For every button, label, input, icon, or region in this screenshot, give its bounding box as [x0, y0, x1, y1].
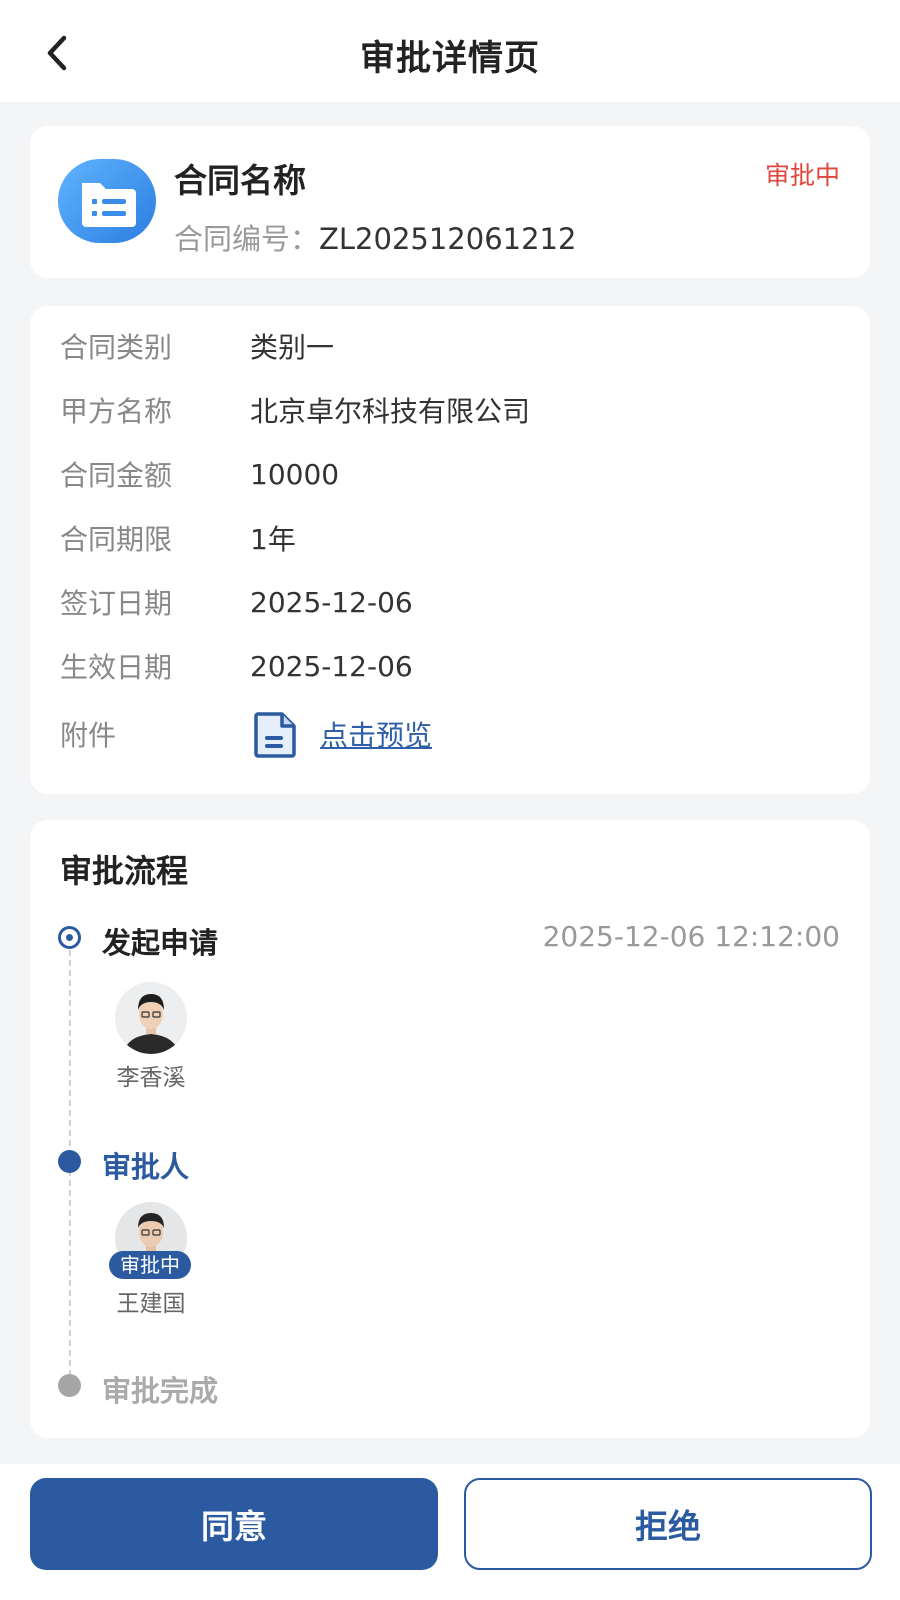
detail-value: 2025-12-06 — [250, 585, 413, 619]
step-title-complete: 审批完成 — [102, 1374, 219, 1408]
attachment-label: 附件 — [60, 719, 117, 752]
detail-label: 合同期限 — [60, 523, 173, 556]
timeline-dot-pending — [58, 1374, 81, 1397]
timeline-dot-start — [58, 926, 81, 949]
bottom-action-bar: 同意 拒绝 — [0, 1464, 900, 1600]
reject-button[interactable]: 拒绝 — [464, 1478, 872, 1570]
contract-number: 合同编号：ZL202512061212 — [174, 216, 576, 258]
detail-label: 甲方名称 — [60, 395, 173, 428]
detail-label: 签订日期 — [60, 587, 173, 620]
detail-label: 合同类别 — [60, 331, 173, 364]
contract-number-label: 合同编号： — [174, 222, 320, 256]
detail-value: 北京卓尔科技有限公司 — [250, 395, 531, 428]
status-badge: 审批中 — [764, 161, 840, 190]
detail-value: 10000 — [250, 457, 340, 491]
person-name: 王建国 — [116, 1291, 186, 1317]
detail-label: 合同金额 — [60, 459, 173, 492]
contract-name: 合同名称 — [174, 161, 306, 200]
contract-details-card: 合同类别 类别一 甲方名称 北京卓尔科技有限公司 合同金额 10000 合同期限… — [30, 306, 870, 794]
detail-row: 合同类别 类别一 — [60, 326, 334, 366]
detail-row: 合同金额 10000 — [60, 454, 339, 494]
detail-value: 2025-12-06 — [250, 649, 413, 683]
step-title-approver: 审批人 — [102, 1150, 190, 1184]
detail-row: 甲方名称 北京卓尔科技有限公司 — [60, 390, 530, 430]
contract-summary-card: 合同名称 合同编号：ZL202512061212 审批中 — [30, 126, 870, 278]
flow-title: 审批流程 — [60, 852, 189, 890]
approving-tag: 审批中 — [109, 1251, 191, 1279]
step-title-start: 发起申请 — [102, 926, 219, 960]
detail-row: 生效日期 2025-12-06 — [60, 646, 413, 686]
header: 审批详情页 — [0, 0, 900, 102]
detail-label: 生效日期 — [60, 651, 173, 684]
preview-link[interactable]: 点击预览 — [320, 714, 432, 754]
detail-value: 1年 — [250, 523, 296, 556]
detail-row: 签订日期 2025-12-06 — [60, 582, 413, 622]
person-name: 李香溪 — [116, 1065, 186, 1091]
page-title: 审批详情页 — [359, 39, 540, 79]
document-icon — [254, 712, 296, 758]
approval-detail-page: 审批详情页 合同名称 合同编号：ZL202512061212 审批中 合同类别 … — [0, 0, 900, 1600]
contract-number-value: ZL202512061212 — [319, 222, 577, 256]
avatar — [115, 982, 187, 1054]
step-time: 2025-12-06 12:12:00 — [542, 920, 840, 953]
agree-button[interactable]: 同意 — [30, 1478, 438, 1570]
timeline-dot-current — [58, 1150, 81, 1173]
detail-value: 类别一 — [250, 331, 335, 364]
contract-file-icon — [58, 159, 156, 243]
detail-row: 合同期限 1年 — [60, 518, 296, 558]
attachment-row: 附件 点击预览 — [60, 712, 432, 758]
approval-flow-card: 审批流程 发起申请 2025-12-06 12:12:00 李香溪 审批人 审批… — [30, 820, 870, 1438]
